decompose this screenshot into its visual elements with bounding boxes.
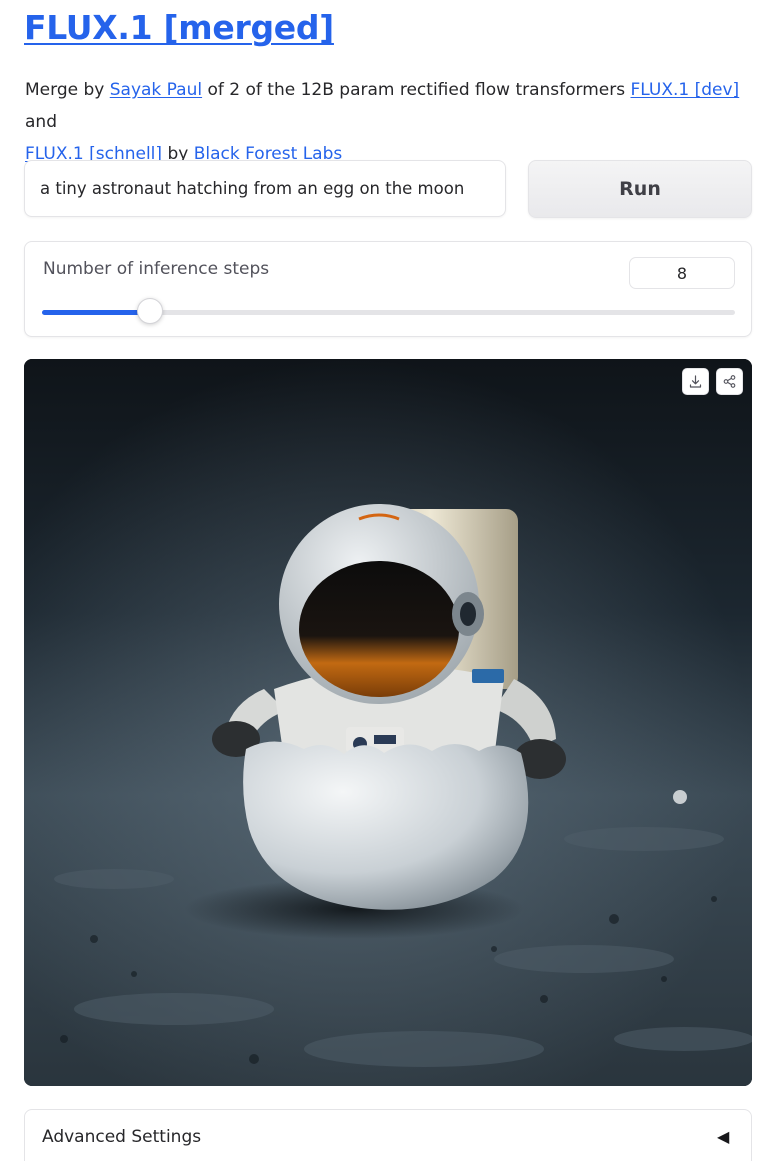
description-text: and bbox=[25, 112, 57, 132]
advanced-settings-label: Advanced Settings bbox=[42, 1127, 202, 1147]
share-icon bbox=[723, 375, 736, 388]
inference-steps-label: Number of inference steps bbox=[43, 259, 270, 279]
download-icon bbox=[689, 375, 702, 388]
run-button[interactable]: Run bbox=[528, 160, 752, 218]
page: FLUX.1 [merged] Merge by Sayak Paul of 2… bbox=[0, 0, 775, 1161]
prompt-input[interactable] bbox=[25, 179, 505, 198]
slider-thumb[interactable] bbox=[137, 298, 164, 324]
download-button[interactable] bbox=[682, 368, 709, 395]
slider-fill bbox=[42, 310, 151, 315]
description-text: of 2 of the 12B param rectified flow tra… bbox=[202, 80, 631, 100]
description-text: Merge by bbox=[25, 80, 110, 100]
collapse-arrow-icon: ◀ bbox=[717, 1127, 730, 1146]
description: Merge by Sayak Paul of 2 of the 12B para… bbox=[25, 74, 750, 170]
flux-dev-link[interactable]: FLUX.1 [dev] bbox=[631, 80, 740, 100]
share-button[interactable] bbox=[716, 368, 743, 395]
output-image-panel bbox=[24, 359, 752, 1086]
inference-steps-panel: Number of inference steps bbox=[24, 241, 752, 337]
page-title[interactable]: FLUX.1 [merged] bbox=[24, 4, 334, 52]
prompt-box bbox=[24, 160, 506, 217]
generated-image-astronaut-egg bbox=[24, 359, 752, 1086]
advanced-settings-accordion[interactable]: Advanced Settings ◀ bbox=[24, 1109, 752, 1161]
author-link[interactable]: Sayak Paul bbox=[110, 80, 202, 100]
inference-steps-slider[interactable] bbox=[42, 298, 735, 324]
inference-steps-number-input[interactable] bbox=[629, 257, 735, 289]
